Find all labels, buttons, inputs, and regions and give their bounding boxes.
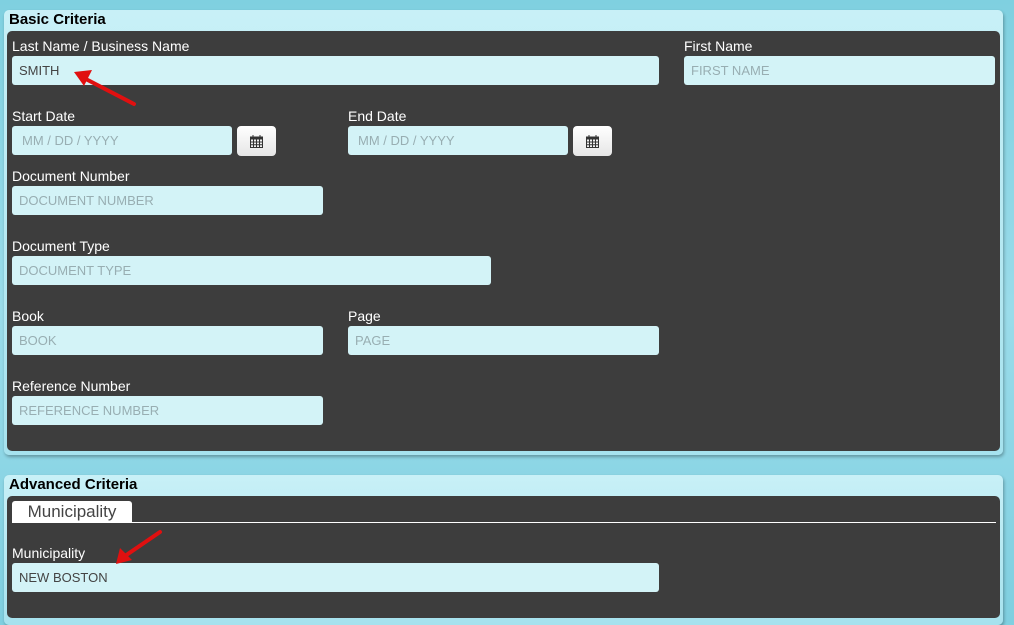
reference-number-label: Reference Number [12, 378, 131, 394]
book-input[interactable] [12, 326, 323, 355]
document-type-input[interactable] [12, 256, 491, 285]
document-number-input[interactable] [12, 186, 323, 215]
tab-municipality[interactable]: Municipality [12, 501, 132, 523]
municipality-label: Municipality [12, 545, 86, 561]
reference-number-input[interactable] [12, 396, 323, 425]
end-date-calendar-button[interactable] [573, 126, 612, 156]
basic-criteria-body [7, 31, 1000, 451]
document-type-label: Document Type [12, 238, 110, 254]
last-name-label: Last Name / Business Name [12, 38, 190, 54]
first-name-input[interactable] [684, 56, 995, 85]
page-label: Page [348, 308, 381, 324]
basic-criteria-title: Basic Criteria [9, 11, 106, 28]
start-date-calendar-button[interactable] [237, 126, 276, 156]
end-date-input[interactable] [348, 126, 568, 155]
first-name-label: First Name [684, 38, 753, 54]
end-date-label: End Date [348, 108, 407, 124]
page-input[interactable] [348, 326, 659, 355]
calendar-icon [250, 134, 263, 148]
annotation-arrow-icon [74, 70, 136, 106]
start-date-label: Start Date [12, 108, 76, 124]
advanced-criteria-title: Advanced Criteria [9, 476, 138, 493]
calendar-icon [586, 134, 599, 148]
book-label: Book [12, 308, 44, 324]
start-date-input[interactable] [12, 126, 232, 155]
annotation-arrow-icon [116, 530, 162, 564]
tab-divider [12, 522, 996, 523]
document-number-label: Document Number [12, 168, 130, 184]
